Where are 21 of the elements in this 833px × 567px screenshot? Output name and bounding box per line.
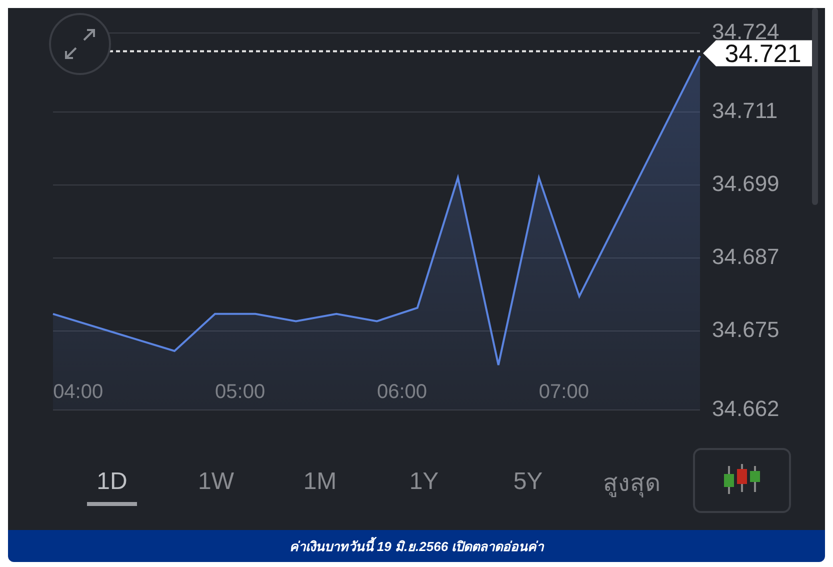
axis-tick-label: 06:00: [376, 381, 428, 403]
range-tab[interactable]: 1D: [60, 454, 164, 506]
expand-button[interactable]: [49, 13, 111, 75]
scrollbar[interactable]: [812, 8, 818, 205]
axis-tick-label: 04:00: [53, 381, 104, 403]
axis-tick-label: 34.699: [712, 171, 780, 196]
axis-tick-label: 34.662: [712, 396, 780, 421]
axis-tick-label: 07:00: [538, 381, 589, 403]
range-tab[interactable]: 1M: [268, 454, 372, 506]
axis-tick-label: 34.675: [712, 316, 780, 342]
candlestick-icon: [723, 464, 761, 496]
chart-type-button[interactable]: [693, 448, 791, 512]
range-tab[interactable]: สูงสุด: [580, 448, 684, 512]
axis-tick-label: 05:00: [215, 381, 266, 403]
axis-tick-label: 34.711: [712, 98, 778, 124]
range-tab[interactable]: 1W: [164, 454, 268, 506]
range-tab[interactable]: 5Y: [476, 454, 580, 506]
price-tag: 34.721: [703, 40, 812, 68]
headline: ค่าเงินบาทวันนี้ 19 มิ.ย.2566 เปิดตลาดอ่อนค่า: [289, 536, 544, 556]
axis-tick-label: 34.687: [712, 244, 780, 269]
range-tab[interactable]: 1Y: [372, 454, 476, 506]
